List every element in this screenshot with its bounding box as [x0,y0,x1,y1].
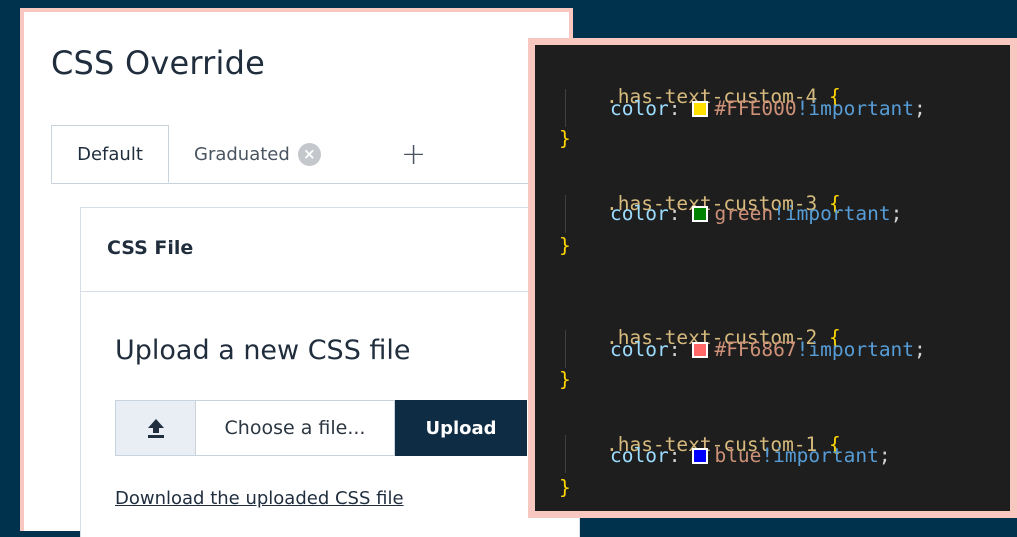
file-upload-icon-button[interactable] [115,400,195,456]
page-title: CSS Override [51,44,265,82]
close-brace: } [559,368,571,391]
add-tab-button[interactable]: + [401,125,426,183]
css-property: color [610,338,669,361]
tab-default-label: Default [77,143,143,165]
code-close-line: } [559,231,571,261]
css-property: color [610,97,669,120]
code-close-line: } [559,124,571,154]
css-override-panel: CSS Override Default Graduated × + CSS F… [20,8,580,537]
upload-icon [147,419,164,438]
css-value: blue [714,444,762,467]
code-selector-line: .has-text-custom-4 { [559,52,841,108]
file-upload-row: Choose a file... Upload [115,400,527,456]
download-css-link[interactable]: Download the uploaded CSS file [115,488,404,509]
code-close-line: } [559,365,571,395]
upload-section-title: Upload a new CSS file [115,335,411,366]
css-value: #FF6867 [714,338,797,361]
css-property: color [610,444,669,467]
css-value: #FFE000 [714,97,797,120]
choose-file-input[interactable]: Choose a file... [195,400,395,456]
code-close-line: } [559,473,571,503]
code-declaration-line: color: #FFE000!important; [610,97,926,120]
css-property: color [610,202,669,225]
tab-default[interactable]: Default [51,125,169,183]
code-declaration-line: color: #FF6867!important; [610,338,926,361]
color-swatch-icon[interactable] [692,448,709,464]
css-code-viewer: .has-text-custom-4 { color: #FFE000!impor… [528,38,1017,518]
code-declaration-line: color: blue!important; [610,444,891,467]
code-selector-line: .has-text-custom-2 { [559,293,841,349]
code-selector-line: .has-text-custom-1 { [559,400,841,456]
tab-graduated-label: Graduated [194,143,290,165]
card-header: CSS File [81,208,579,292]
close-icon[interactable]: × [297,142,321,166]
code-declaration-line: color: green!important; [610,202,903,225]
css-file-card: CSS File Upload a new CSS file Choose a … [80,207,580,537]
css-value: green [714,202,774,225]
close-brace: } [559,476,571,499]
tab-bar: Default Graduated × + [51,125,569,184]
color-swatch-icon[interactable] [692,342,709,358]
color-swatch-icon[interactable] [692,101,709,117]
plus-icon: + [401,136,427,172]
close-brace: } [559,234,571,257]
code-selector-line: .has-text-custom-3 { [559,159,841,215]
upload-button[interactable]: Upload [395,400,527,456]
color-swatch-icon[interactable] [692,206,709,222]
card-header-label: CSS File [107,237,194,259]
tab-graduated[interactable]: Graduated × [194,125,321,183]
close-brace: } [559,127,571,150]
